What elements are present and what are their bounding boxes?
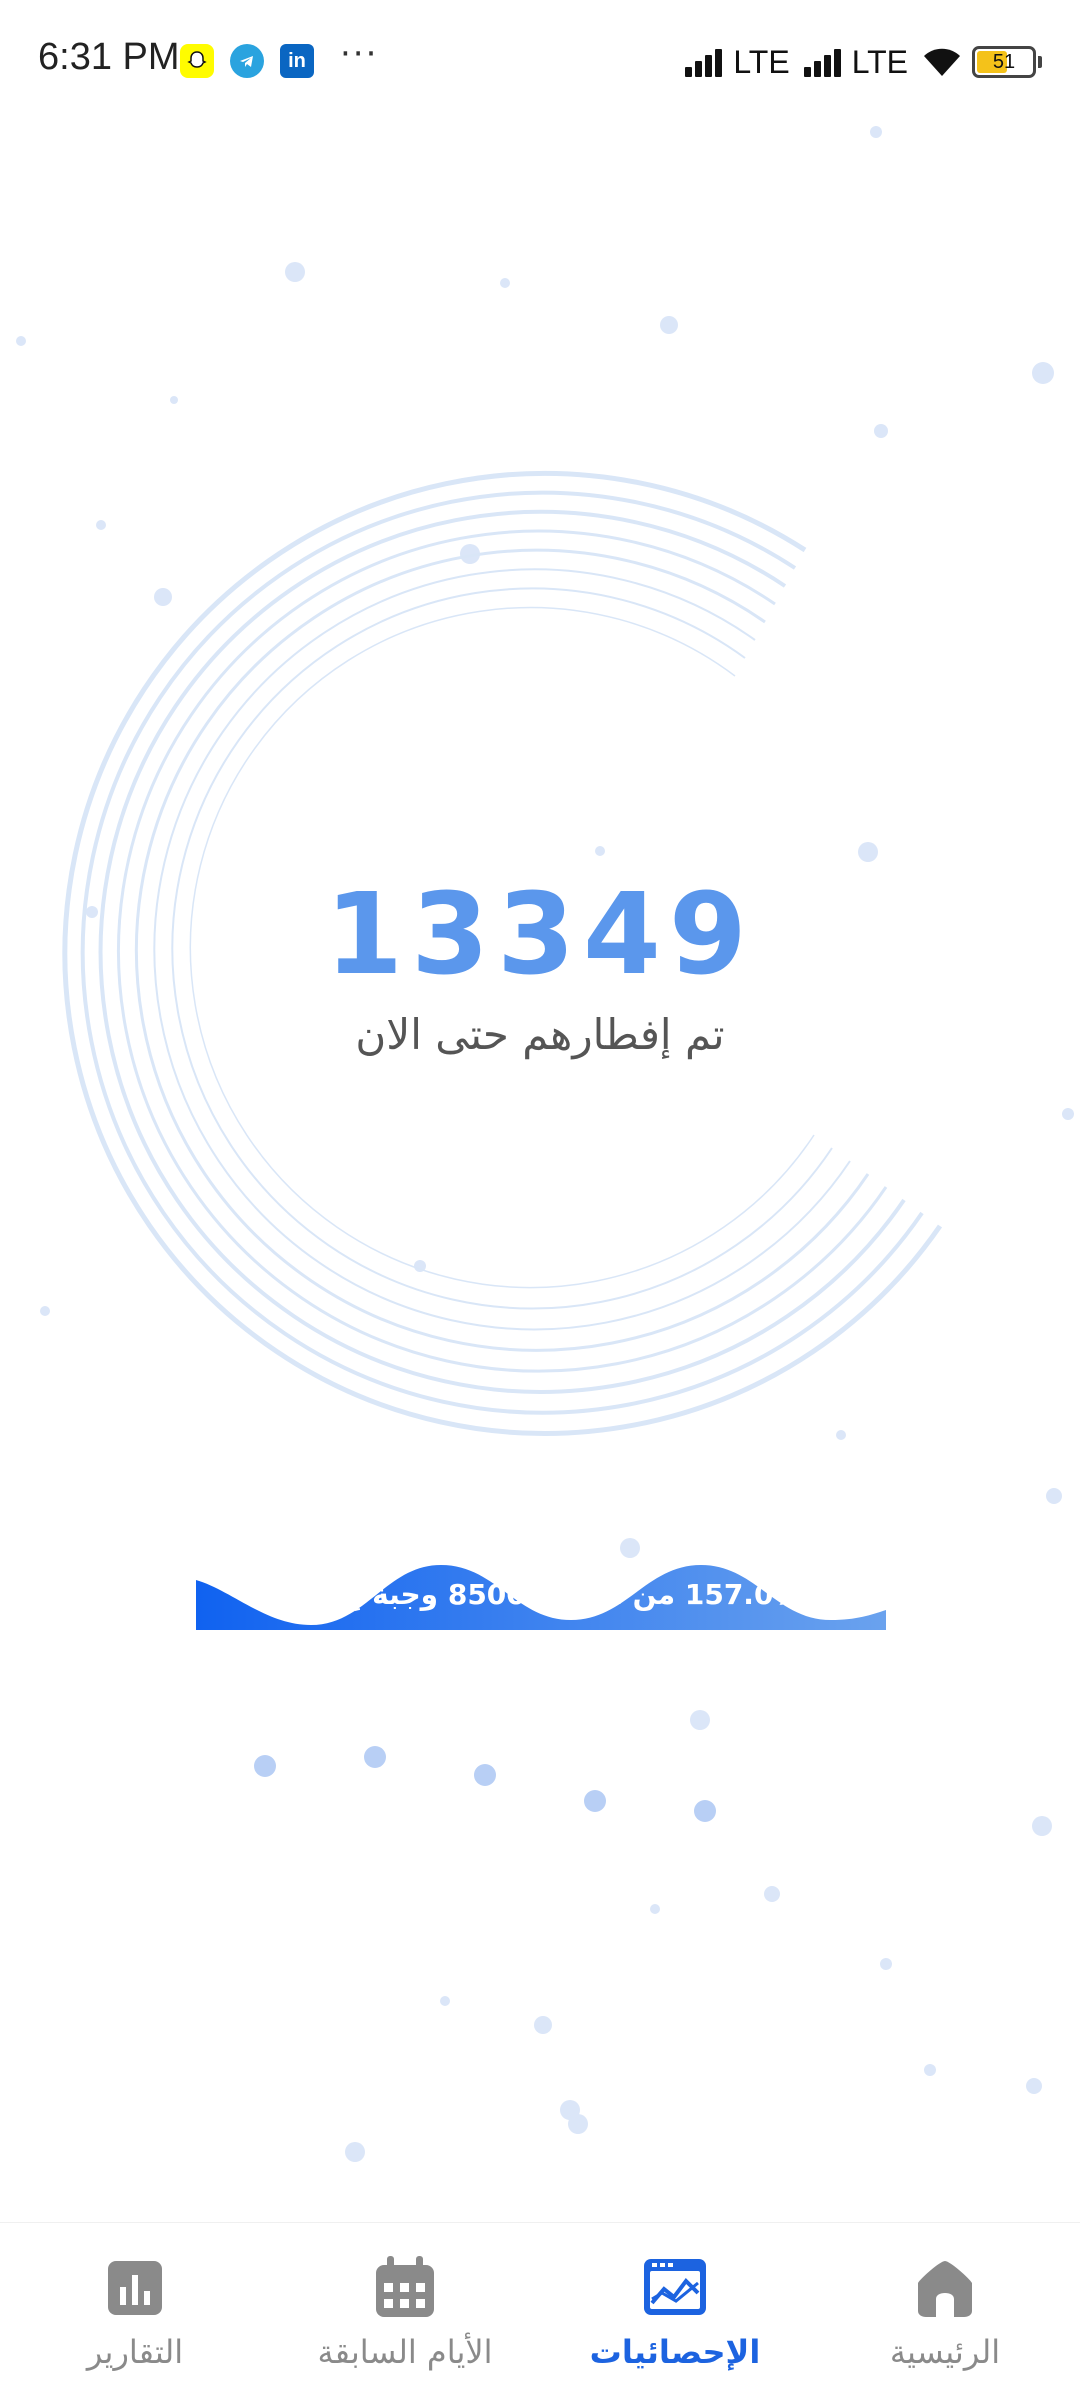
meals-count: 13349 (325, 870, 755, 1000)
goal-progress-text: 157.0% من الهدف 8500 وجبة إفطار (280, 1578, 802, 1611)
calendar-icon (376, 2256, 434, 2317)
nav-label-reports: التقارير (86, 2333, 184, 2371)
nav-item-home[interactable]: الرئيسية (810, 2223, 1080, 2401)
nav-label-home: الرئيسية (889, 2333, 1001, 2371)
nav-label-previous-days: الأيام السابقة (317, 2333, 493, 2371)
goal-progress-bar: 157.0% من الهدف 8500 وجبة إفطار (196, 1550, 886, 1630)
nav-item-reports[interactable]: التقارير (0, 2223, 270, 2401)
bar-chart-icon (108, 2261, 162, 2315)
nav-item-previous-days[interactable]: الأيام السابقة (270, 2223, 540, 2401)
home-icon (918, 2261, 972, 2317)
progress-rings (62, 470, 943, 1436)
meals-count-label: تم إفطارهم حتى الان (355, 1010, 725, 1059)
nav-item-statistics[interactable]: الإحصائيات (540, 2223, 810, 2401)
nav-label-statistics: الإحصائيات (589, 2333, 761, 2371)
statistics-icon (644, 2259, 706, 2315)
bottom-navigation: التقارير الأيام السابقة الإحصائيات الرئي… (0, 2222, 1080, 2401)
